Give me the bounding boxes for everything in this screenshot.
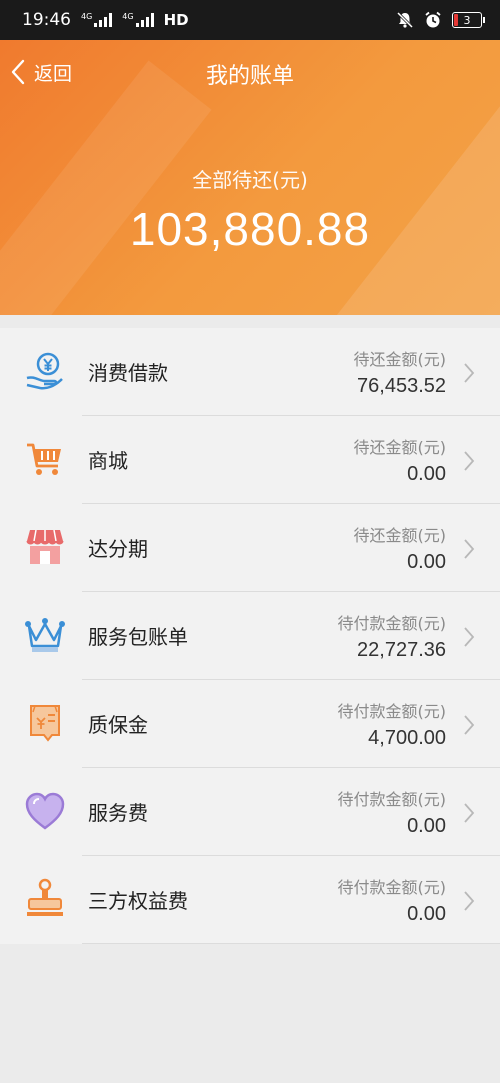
item-amount-label: 待还金额(元) (353, 438, 447, 457)
summary-label: 全部待还(元) (192, 168, 308, 192)
shopping-cart-icon (27, 443, 61, 475)
certificate-icon (30, 705, 60, 742)
item-amount-group: 待付款金额(元) 0.00 (338, 876, 447, 928)
chevron-right-icon (464, 715, 475, 735)
list-item-mall[interactable]: 商城 待还金额(元) 0.00 (0, 416, 500, 504)
status-time: 19:46 (22, 10, 71, 30)
item-amount-label: 待还金额(元) (353, 350, 447, 369)
heart-icon (25, 792, 65, 830)
chevron-right-icon (464, 363, 475, 383)
item-amount: 22,727.36 (357, 639, 446, 661)
item-amount: 0.00 (407, 551, 446, 573)
list-item-consumer-loan[interactable]: 消费借款 待还金额(元) 76,453.52 (0, 328, 500, 416)
network-type-2: 4G (122, 12, 134, 21)
list-item-warranty-deposit[interactable]: 质保金 待付款金额(元) 4,700.00 (0, 680, 500, 768)
item-amount-group: 待还金额(元) 0.00 (354, 436, 447, 488)
item-name: 三方权益费 (88, 889, 188, 913)
signal-icon: 4G (81, 12, 113, 27)
status-left: 19:46 4G 4G HD (22, 10, 189, 30)
item-amount: 0.00 (407, 463, 446, 485)
item-amount-label: 待付款金额(元) (337, 790, 447, 809)
battery-icon: 3 (452, 12, 485, 28)
item-amount-label: 待付款金额(元) (337, 614, 447, 633)
item-amount-label: 待付款金额(元) (337, 878, 447, 897)
yen-hand-icon (26, 352, 63, 390)
network-type-1: 4G (81, 12, 93, 21)
item-name: 消费借款 (88, 361, 168, 385)
crown-icon (25, 618, 65, 652)
page-title: 我的账单 (205, 64, 294, 89)
chevron-right-icon (464, 627, 475, 647)
signal-icon-2: 4G (122, 12, 154, 27)
chevron-right-icon (464, 451, 475, 471)
item-amount-label: 待付款金额(元) (337, 702, 447, 721)
item-amount-group: 待还金额(元) 76,453.52 (354, 348, 447, 400)
stamp-icon (27, 878, 63, 916)
list-item-service-fee[interactable]: 服务费 待付款金额(元) 0.00 (0, 768, 500, 856)
list-item-installment[interactable]: 达分期 待还金额(元) 0.00 (0, 504, 500, 592)
chevron-right-icon (464, 803, 475, 823)
item-name: 商城 (88, 449, 128, 473)
list-item-third-party-fee[interactable]: 三方权益费 待付款金额(元) 0.00 (0, 856, 500, 944)
status-bar: 19:46 4G 4G HD 3 (0, 0, 500, 40)
item-amount: 0.00 (407, 903, 446, 925)
item-amount-group: 待付款金额(元) 22,727.36 (338, 612, 447, 664)
storefront-icon (26, 529, 64, 564)
bill-list: 消费借款 待还金额(元) 76,453.52 商城 待还金额(元) 0.00 达… (0, 328, 500, 944)
item-amount-label: 待还金额(元) (353, 526, 447, 545)
battery-level: 3 (463, 13, 471, 27)
chevron-right-icon (464, 891, 475, 911)
hd-indicator: HD (163, 11, 189, 29)
item-name: 服务费 (88, 801, 148, 825)
nav-bar: 返回 我的账单 (0, 40, 500, 104)
status-right: 3 (396, 11, 485, 29)
mute-bell-icon (396, 11, 414, 29)
item-amount-group: 待付款金额(元) 0.00 (338, 788, 447, 840)
alarm-icon (425, 11, 441, 28)
summary-amount: 103,880.88 (129, 203, 371, 255)
item-amount-group: 待付款金额(元) 4,700.00 (338, 700, 447, 752)
item-amount: 76,453.52 (357, 375, 446, 397)
item-name: 质保金 (88, 713, 148, 737)
chevron-right-icon (464, 539, 475, 559)
item-name: 服务包账单 (88, 625, 188, 649)
item-amount: 4,700.00 (368, 727, 446, 749)
item-amount-group: 待还金额(元) 0.00 (354, 524, 447, 576)
header: 返回 我的账单 全部待还(元) 103,880.88 (0, 40, 500, 315)
item-name: 达分期 (88, 537, 148, 561)
list-item-service-package[interactable]: 服务包账单 待付款金额(元) 22,727.36 (0, 592, 500, 680)
item-amount: 0.00 (407, 815, 446, 837)
